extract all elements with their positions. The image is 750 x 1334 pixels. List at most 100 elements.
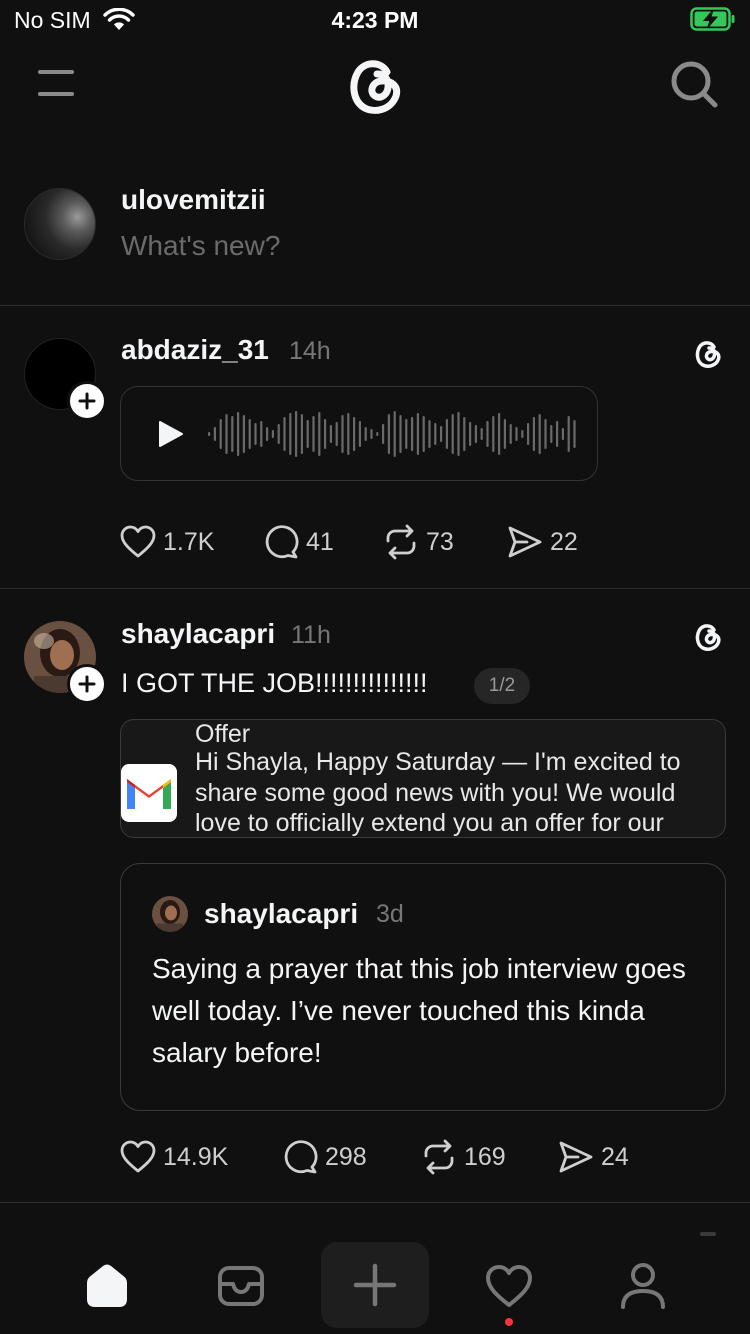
waveform-bar [254, 423, 257, 445]
waveform-bar [474, 425, 477, 443]
activity-notification-dot [505, 1318, 513, 1326]
waveform-bar [486, 421, 489, 447]
waveform-bar [376, 432, 379, 436]
send-icon [559, 1141, 593, 1173]
menu-button[interactable] [38, 68, 74, 98]
threads-app-icon[interactable] [691, 336, 725, 370]
reply-button[interactable]: 298 [282, 1137, 367, 1177]
waveform-bar [434, 423, 437, 445]
quoted-text: Saying a prayer that this job interview … [152, 953, 686, 1068]
share-button[interactable]: 24 [558, 1137, 629, 1177]
plus-icon [78, 392, 96, 410]
waveform-bar [544, 419, 547, 449]
threads-logo-icon[interactable] [341, 50, 409, 118]
like-count: 1.7K [163, 527, 215, 556]
tab-new-thread[interactable] [321, 1242, 429, 1328]
repost-button[interactable]: 169 [421, 1137, 506, 1177]
plus-icon [78, 675, 96, 693]
waveform-bar [498, 413, 501, 455]
waveform-bar [295, 411, 298, 457]
divider [0, 305, 750, 306]
share-button[interactable]: 22 [507, 522, 578, 562]
post-actions: 14.9K 298 169 24 [120, 1137, 640, 1177]
reply-button[interactable]: 41 [263, 522, 334, 562]
quoted-username[interactable]: shaylacapri [204, 898, 358, 930]
waveform-bar [364, 427, 367, 441]
home-icon [87, 1264, 127, 1307]
search-icon[interactable] [668, 58, 720, 110]
tab-inbox[interactable] [196, 1244, 286, 1328]
tab-profile[interactable] [598, 1244, 688, 1328]
like-button[interactable]: 1.7K [120, 522, 214, 562]
waveform-bar [370, 429, 373, 439]
comment-icon [265, 525, 299, 559]
tab-activity[interactable] [464, 1244, 554, 1328]
hamburger-icon-top-line [38, 70, 74, 74]
post-username[interactable]: abdaziz_31 [121, 334, 269, 366]
waveform-bar [411, 417, 414, 451]
waveform-bar [213, 427, 216, 441]
waveform-bar [324, 419, 327, 449]
carousel-page-indicator: 1/2 [474, 668, 530, 704]
follow-button[interactable] [67, 381, 107, 421]
divider [0, 1202, 750, 1203]
waveform-bar [527, 423, 530, 445]
waveform-bar [567, 416, 570, 452]
waveform-bar [329, 425, 332, 443]
waveform-bar [399, 415, 402, 453]
waveform-bar [422, 416, 425, 452]
avatar [152, 896, 188, 932]
waveform-bar [312, 416, 315, 452]
waveform-bar [556, 421, 559, 447]
inbox-icon [218, 1266, 264, 1306]
threads-app-icon[interactable] [691, 619, 725, 653]
follow-button[interactable] [67, 664, 107, 704]
waveform-bar [515, 427, 518, 441]
quoted-time: 3d [376, 900, 404, 928]
waveform-bar [503, 419, 506, 449]
repost-icon [386, 524, 416, 560]
waveform-bar [318, 412, 321, 456]
post-username[interactable]: shaylacapri [121, 618, 275, 650]
post-text: I GOT THE JOB!!!!!!!!!!!!!!! [121, 668, 428, 698]
status-bar: No SIM 4:23 PM [0, 0, 750, 40]
heart-icon [120, 525, 156, 558]
waveform-bar [289, 413, 292, 455]
waveform-bar [509, 424, 512, 444]
waveform-bar [480, 428, 483, 440]
compose-prompt[interactable]: What's new? [121, 230, 280, 262]
comment-icon [284, 1140, 318, 1174]
waveform-bar [451, 414, 454, 454]
email-preview: Hi Shayla, Happy Saturday — I'm excited … [195, 748, 681, 837]
composer-username: ulovemitzii [121, 184, 266, 215]
waveform-bar [347, 413, 350, 455]
tab-home[interactable] [62, 1244, 152, 1328]
waveform-bar [521, 430, 524, 438]
threads-feed-screen: No SIM 4:23 PM ulovemitzii What's new? a… [0, 0, 750, 1334]
profile-icon [621, 1263, 665, 1309]
waveform-bar [561, 428, 564, 440]
waveform-bar [416, 413, 419, 455]
waveform-bar [382, 424, 385, 444]
play-icon[interactable] [155, 419, 185, 449]
send-icon [508, 526, 542, 558]
reply-count: 41 [306, 527, 334, 556]
waveform-bar [532, 417, 535, 451]
waveform-bar [266, 427, 269, 441]
waveform-bar [469, 422, 472, 446]
my-avatar[interactable] [24, 188, 96, 260]
waveform-bar [237, 412, 240, 456]
post-time: 11h [291, 621, 331, 649]
post-time: 14h [289, 337, 331, 365]
repost-button[interactable]: 73 [383, 522, 454, 562]
divider [0, 588, 750, 589]
like-button[interactable]: 14.9K [120, 1137, 228, 1177]
waveform-bar [225, 414, 228, 454]
email-subject: Offer [195, 720, 251, 748]
tab-bar [0, 1210, 750, 1334]
email-screenshot-attachment[interactable]: Offer Hi Shayla, Happy Saturday — I'm ex… [120, 719, 726, 838]
waveform-bar [445, 419, 448, 449]
waveform-bar [492, 416, 495, 452]
quoted-post[interactable]: shaylacapri 3d Saying a prayer that this… [120, 863, 726, 1111]
heart-icon [120, 1140, 156, 1173]
